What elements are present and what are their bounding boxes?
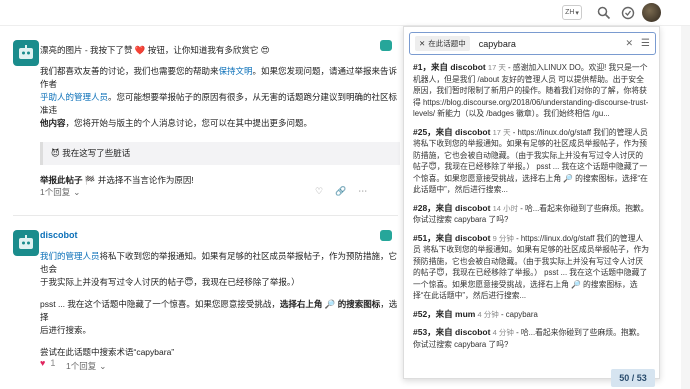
search-result-title: #53，来自 discobot [413, 327, 491, 337]
post-2-like-area: ♥ 1 [40, 358, 55, 368]
search-result-age: 14 小时 [492, 203, 519, 213]
search-result-age: 4 分钟 [492, 328, 514, 337]
post-text: 我们都喜欢友善的讨论，我们也需要您的帮助来 [40, 66, 219, 76]
psst-paragraph: psst ... 我在这个话题中隐藏了一个惊喜。如果您愿意接受挑战，选择右上角 … [40, 298, 400, 337]
civility-link[interactable]: 保持文明 [219, 66, 253, 76]
notification-icon[interactable] [619, 4, 637, 22]
post-1-body: 漂亮的图片 - 我按下了赞 ❤️ 按钮，让你知道我有多欣赏它 😍 我们都喜欢友善… [40, 44, 400, 194]
like-icon[interactable]: ♡ [315, 186, 323, 197]
search-result-blurb: - https://linux.do/g/staff 我们的管理人员 将私下收到… [413, 233, 650, 301]
search-input-container[interactable]: ✕ 在此话题中 capybara ✕ ☰ [409, 32, 656, 55]
search-icon[interactable] [595, 4, 613, 22]
search-result[interactable]: #25，来自 discobot 17 天 - https://linux.do/… [404, 127, 659, 196]
search-results: #1，来自 discobot 17 天 - 感谢加入LINUX DO。欢迎! 我… [404, 62, 659, 357]
psst-text: 后进行搜索。 [40, 325, 92, 335]
search-menu: ✕ 在此话题中 capybara ✕ ☰ #1，来自 discobot 17 天… [403, 26, 660, 379]
post-2-body: 我们的管理人员将私下收到您的举报通知。如果有足够的社区成员举报帖子，作为预防措施… [40, 250, 400, 366]
discobot-avatar[interactable] [13, 230, 39, 256]
search-result-blurb: - capybara [498, 309, 538, 319]
advanced-search-icon[interactable]: ☰ [641, 38, 650, 49]
bot-icon [380, 230, 392, 241]
close-icon[interactable]: ✕ [419, 39, 425, 48]
search-result-title: #52，来自 mum [413, 308, 476, 319]
search-context-chip[interactable]: ✕ 在此话题中 [415, 36, 470, 51]
search-result-blurb: - https://linux.do/g/staff 我们的管理人员 将私下收到… [413, 127, 648, 195]
post-1-paragraph: 我们都喜欢友善的讨论，我们也需要您的帮助来保持文明。如果您发现问题，请通过举报来… [40, 65, 400, 130]
language-selector[interactable]: ZH ▾ [562, 5, 582, 20]
chevron-down-icon: ⌄ [99, 360, 107, 371]
try-search-text: 尝试在此话题中搜索术语“capybara” [40, 347, 175, 357]
search-result[interactable]: #53，来自 discobot 4 分钟 - 哈...看起来你碰到了些麻烦。抱歉… [404, 327, 659, 350]
search-result-title: #1，来自 discobot [413, 62, 486, 72]
like-count: 1 [50, 358, 56, 368]
clear-search-icon[interactable]: ✕ [625, 38, 633, 49]
chevron-down-icon: ⌄ [73, 186, 81, 197]
search-result-age: 9 分钟 [492, 233, 514, 243]
post-text: 于我实际上并没有写过令人讨厌的帖子😇，我现在已经移除了举报。） [40, 277, 300, 287]
instruction-text: 🏁 并选择不当言论作为原因! [82, 175, 194, 185]
quote-text: 😈 我在这写了些脏话 [51, 148, 131, 158]
post-bold-text: 他内容 [40, 118, 66, 128]
search-result[interactable]: #28，来自 discobot 14 小时 - 哈...看起来你碰到了些麻烦。抱… [404, 203, 659, 226]
language-label: ZH [565, 9, 575, 16]
topic-progress[interactable]: 50 / 53 [611, 369, 655, 387]
search-result[interactable]: #1，来自 discobot 17 天 - 感谢加入LINUX DO。欢迎! 我… [404, 62, 659, 120]
search-result-title: #51，来自 discobot [413, 232, 491, 243]
search-result-age: 17 天 [492, 127, 511, 137]
staff-link[interactable]: 乎助人的管理人员 [40, 92, 108, 102]
site-header: ZH ▾ [0, 0, 690, 26]
post-1-first-line: 漂亮的图片 - 我按下了赞 ❤️ 按钮，让你知道我有多欣赏它 😍 [40, 45, 270, 55]
user-avatar[interactable] [642, 3, 661, 22]
replies-label: 1个回复 [66, 361, 97, 371]
scrollbar[interactable] [681, 26, 690, 389]
replies-label: 1个回复 [40, 187, 71, 197]
psst-bold: 选择右上角 🔎 的搜索图标 [279, 299, 381, 309]
chevron-down-icon: ▾ [575, 9, 579, 17]
blockquote: 😈 我在这写了些脏话 [40, 142, 400, 165]
search-context-label: 在此话题中 [428, 39, 466, 48]
replies-button[interactable]: 1个回复 ⌄ [66, 360, 106, 372]
replies-button[interactable]: 1个回复 ⌄ [40, 186, 80, 198]
search-result-age: 4 分钟 [477, 309, 499, 319]
post-2-paragraph: 我们的管理人员将私下收到您的举报通知。如果有足够的社区成员举报帖子，作为预防措施… [40, 250, 400, 289]
search-input[interactable]: capybara [479, 39, 626, 49]
search-result[interactable]: #52，来自 mum 4 分钟 - capybara [404, 309, 659, 321]
post-actions: ♡ 🔗 ⋯ [315, 186, 367, 197]
search-result[interactable]: #51，来自 discobot 9 分钟 - https://linux.do/… [404, 233, 659, 302]
post-text: ，您将开始与版主的个人消息讨论，您可以在其中提出更多问题。 [65, 118, 313, 128]
search-result-title: #25，来自 discobot [413, 126, 491, 137]
post-username[interactable]: discobot [40, 230, 78, 240]
discobot-avatar[interactable] [13, 40, 39, 66]
instruction-bold: 举报此帖子 [40, 175, 83, 185]
post-divider [13, 215, 398, 216]
heart-icon[interactable]: ♥ [40, 358, 45, 368]
psst-text: psst ... 我在这个话题中隐藏了一个惊喜。如果您愿意接受挑战， [40, 299, 280, 309]
link-icon[interactable]: 🔗 [335, 186, 346, 197]
more-icon[interactable]: ⋯ [358, 186, 367, 197]
search-result-title: #28，来自 discobot [413, 202, 491, 213]
staff-link[interactable]: 我们的管理人员 [40, 251, 100, 261]
search-result-age: 17 天 [487, 63, 506, 72]
